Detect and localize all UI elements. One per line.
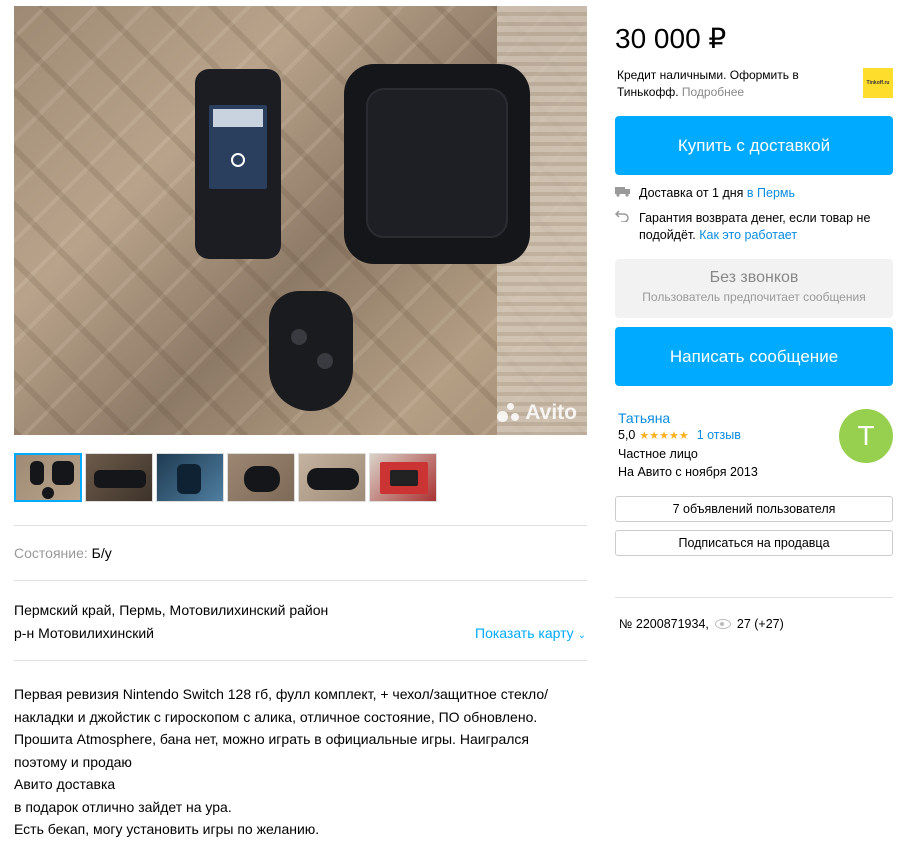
- avito-watermark: Avito: [497, 401, 577, 425]
- guarantee-info: Гарантия возврата денег, если товар не п…: [614, 210, 875, 244]
- credit-more-link[interactable]: Подробнее: [682, 85, 744, 99]
- screen-ring: [231, 153, 245, 167]
- no-calls-title: Без звонков: [709, 269, 799, 286]
- address-line-1: Пермский край, Пермь, Мотовилихинский ра…: [14, 602, 329, 618]
- gamepad-image: [269, 291, 353, 411]
- thumbnail-2[interactable]: [85, 453, 153, 502]
- item-number: № 2200871934,: [619, 617, 709, 631]
- description-line: Прошита Atmosphere, бана нет, можно игра…: [14, 731, 529, 747]
- thumbnail-4[interactable]: [227, 453, 295, 502]
- all-ads-button[interactable]: 7 объявлений пользователя: [615, 496, 893, 522]
- condition-value: Б/у: [91, 545, 112, 561]
- description-line: Авито доставка: [14, 776, 116, 792]
- no-calls-subtitle: Пользователь предпочитает сообщения: [642, 290, 866, 304]
- tinkoff-logo[interactable]: Tinkoff.ru: [863, 68, 893, 98]
- chevron-down-icon: ⌄: [577, 630, 586, 641]
- show-map-link[interactable]: Показать карту ⌄: [475, 625, 586, 641]
- delivery-city-link[interactable]: в Пермь: [747, 186, 795, 200]
- delivery-info: Доставка от 1 дня в Пермь: [615, 185, 795, 202]
- description-line: в подарок отлично зайдет на ура.: [14, 798, 232, 815]
- divider: [14, 525, 587, 526]
- return-arrow-icon: [614, 210, 631, 244]
- seller-since: На Авито с ноября 2013: [618, 465, 758, 479]
- description-line: накладки и джойстик с гироскопом с алика…: [14, 708, 538, 725]
- subscribe-button[interactable]: Подписаться на продавца: [615, 530, 893, 556]
- divider: [14, 580, 587, 581]
- description-line: поэтому и продаю: [14, 753, 132, 770]
- description-line: Есть бекап, могу установить игры по жела…: [14, 821, 320, 837]
- thumbnail-5[interactable]: [298, 453, 366, 502]
- screen-panel: [213, 109, 263, 127]
- truck-icon: [615, 185, 631, 202]
- avito-dots-icon: [497, 403, 520, 423]
- no-calls-box: Без звонков Пользователь предпочитает со…: [615, 259, 893, 318]
- divider: [615, 597, 893, 598]
- condition-label: Состояние:: [14, 545, 88, 561]
- seller-rating: 5,0 ★★★★★ 1 отзыв: [618, 428, 741, 442]
- divider: [14, 660, 587, 661]
- eye-icon: [714, 619, 731, 629]
- main-photo[interactable]: Avito: [14, 6, 587, 435]
- rating-stars-icon: ★★★★★: [639, 429, 689, 442]
- switch-screen: [209, 105, 267, 189]
- watermark-text: Avito: [525, 401, 577, 424]
- how-it-works-link[interactable]: Как это работает: [699, 228, 797, 242]
- thumbnail-1[interactable]: [14, 453, 82, 502]
- buy-with-delivery-button[interactable]: Купить с доставкой: [615, 116, 893, 175]
- condition: Состояние: Б/у: [14, 545, 112, 561]
- delivery-text: Доставка от 1 дня: [639, 186, 744, 200]
- item-meta: № 2200871934, 27 (+27): [619, 617, 784, 631]
- view-count: 27 (+27): [736, 617, 784, 631]
- carrying-case-image: [344, 64, 530, 264]
- thumbnail-3[interactable]: [156, 453, 224, 502]
- rating-value: 5,0: [618, 428, 636, 442]
- show-map-label: Показать карту: [475, 625, 574, 641]
- gamepad-stick-right: [317, 353, 333, 369]
- photo-thumbnails: [14, 453, 437, 502]
- price: 30 000 ₽: [615, 23, 727, 54]
- thumbnail-6[interactable]: [369, 453, 437, 502]
- switch-console-image: [195, 69, 281, 259]
- write-message-button[interactable]: Написать сообщение: [615, 327, 893, 386]
- seller-name-link[interactable]: Татьяна: [618, 410, 670, 426]
- case-inner: [366, 88, 508, 238]
- gamepad-stick-left: [291, 329, 307, 345]
- description: Первая ревизия Nintendo Switch 128 гб, ф…: [14, 683, 584, 841]
- credit-offer: Кредит наличными. Оформить в Тинькофф. П…: [617, 67, 837, 101]
- seller-type: Частное лицо: [618, 447, 698, 461]
- reviews-link[interactable]: 1 отзыв: [697, 428, 741, 442]
- avatar[interactable]: T: [839, 409, 893, 463]
- description-line: Первая ревизия Nintendo Switch 128 гб, ф…: [14, 686, 549, 702]
- address-line-2: р-н Мотовилихинский: [14, 625, 154, 641]
